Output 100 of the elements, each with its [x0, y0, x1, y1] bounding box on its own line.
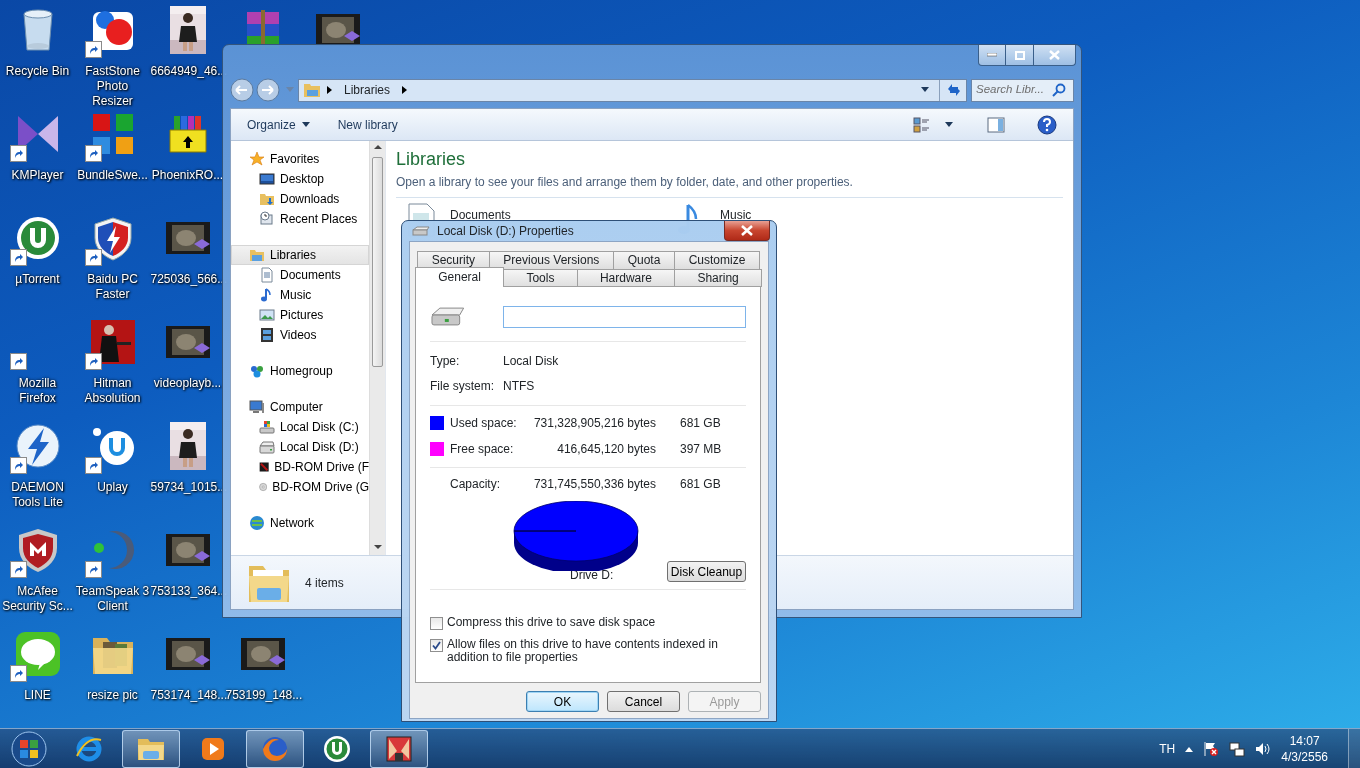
toolbar-button[interactable]: New library: [337, 115, 398, 134]
chevron-icon[interactable]: [327, 86, 332, 94]
taskbar-button[interactable]: [246, 729, 304, 768]
icon-label[interactable]: µTorrent: [0, 272, 75, 287]
close-icon: [1049, 50, 1060, 60]
icon-label[interactable]: 753133_364...: [150, 584, 225, 599]
nav-item[interactable]: Local Disk (D:): [231, 437, 369, 457]
icon-label[interactable]: Mozilla Firefox: [0, 376, 75, 406]
disk-cleanup-button[interactable]: Disk Cleanup: [667, 561, 746, 582]
breadcrumb[interactable]: Libraries: [344, 81, 391, 99]
search-input[interactable]: Search Libr...: [976, 81, 1052, 99]
tab[interactable]: Tools: [503, 269, 578, 287]
item-count: 4 items: [305, 574, 344, 592]
taskbar-button[interactable]: [122, 729, 180, 768]
tab[interactable]: Customize: [674, 251, 760, 269]
chevron-icon[interactable]: [402, 86, 408, 94]
flag-icon[interactable]: [1203, 740, 1220, 757]
caret-icon[interactable]: [1185, 745, 1194, 752]
nav-item[interactable]: Pictures: [231, 305, 369, 325]
icon-label[interactable]: 6664949_46...: [150, 64, 225, 79]
minimize-button[interactable]: [978, 45, 1006, 66]
icon-label[interactable]: BundleSwe...: [75, 168, 150, 183]
icon-label[interactable]: LINE: [0, 688, 75, 703]
icon-label[interactable]: 753199_148...: [225, 688, 300, 703]
cancel-button[interactable]: Cancel: [607, 691, 680, 712]
close-button[interactable]: [1034, 45, 1076, 66]
library-name[interactable]: Music: [720, 206, 752, 221]
tab[interactable]: Quota: [613, 251, 675, 269]
language-indicator[interactable]: TH: [1159, 739, 1176, 758]
icon-label[interactable]: FastStone Photo Resizer: [75, 64, 150, 109]
icon-label[interactable]: 725036_566...: [150, 272, 225, 287]
nav-item[interactable]: Computer: [231, 397, 369, 417]
drive-icon: [259, 439, 275, 455]
icon-label[interactable]: PhoenixRO...: [150, 168, 225, 183]
help-icon[interactable]: [1037, 114, 1057, 135]
search-icon[interactable]: [1052, 83, 1066, 97]
option-label[interactable]: Compress this drive to save disk space: [447, 616, 746, 630]
checkbox[interactable]: [430, 639, 443, 652]
back-forward-icon[interactable]: [230, 78, 282, 102]
address-bar[interactable]: Libraries: [298, 78, 967, 102]
icon-label[interactable]: videoplayb...: [150, 376, 225, 391]
nav-item[interactable]: BD-ROM Drive (F: [231, 457, 369, 477]
search-field[interactable]: Search Libr...: [971, 78, 1074, 102]
icon-label[interactable]: Hitman Absolution: [75, 376, 150, 406]
logo-icon[interactable]: [322, 733, 352, 764]
option-label[interactable]: Allow files on this drive to have contents indexed in addition to file properties: [447, 638, 746, 664]
tab[interactable]: Hardware: [576, 269, 676, 287]
taskbar-button[interactable]: [370, 729, 428, 768]
checkbox[interactable]: [430, 617, 443, 630]
tab[interactable]: Previous Versions: [488, 251, 614, 269]
minimize-icon: [987, 53, 997, 57]
ok-button[interactable]: OK: [526, 691, 599, 712]
refresh-icon[interactable]: [946, 83, 962, 97]
nav-item[interactable]: Homegroup: [231, 361, 369, 381]
name-field[interactable]: [502, 306, 746, 328]
icon-label[interactable]: Uplay: [75, 480, 150, 495]
library-name[interactable]: Documents: [450, 206, 511, 221]
size-value: 397 MB: [680, 441, 723, 458]
nav-item[interactable]: BD-ROM Drive (G: [231, 477, 369, 497]
nav-item[interactable]: Local Disk (C:): [231, 417, 369, 437]
icon-label[interactable]: Recycle Bin: [0, 64, 75, 79]
nav-item[interactable]: Music: [231, 285, 369, 305]
network-icon[interactable]: [1229, 740, 1246, 757]
folder-icon: [303, 82, 321, 98]
nav-item[interactable]: Videos: [231, 325, 369, 345]
tab[interactable]: General: [415, 267, 505, 287]
icon-label[interactable]: Baidu PC Faster: [75, 272, 150, 302]
organize-menu[interactable]: Organize: [247, 115, 310, 134]
tab[interactable]: Sharing: [674, 269, 762, 287]
show-desktop-button[interactable]: [1348, 728, 1360, 768]
description: Open a library to see your files and arrange them by folder, date, and other properties.: [396, 174, 854, 191]
scrollbar[interactable]: [369, 141, 385, 555]
maximize-button[interactable]: [1006, 45, 1034, 66]
figure-icon[interactable]: [88, 318, 137, 366]
icon-label[interactable]: KMPlayer: [0, 168, 75, 183]
chat-bubble-icon[interactable]: [13, 630, 62, 678]
nav-item[interactable]: Downloads: [231, 189, 369, 209]
byte-count: 416,645,120 bytes: [556, 441, 656, 458]
nav-item[interactable]: Documents: [231, 265, 369, 285]
nav-item[interactable]: Network: [231, 513, 369, 533]
icon-label[interactable]: 753174_148...: [150, 688, 225, 703]
icon-label[interactable]: resize pic: [75, 688, 150, 703]
nav-item[interactable]: Recent Places: [231, 209, 369, 229]
computer-icon: [249, 399, 265, 415]
view-icon[interactable]: [913, 116, 931, 133]
icon-label[interactable]: DAEMON Tools Lite: [0, 480, 75, 510]
clock[interactable]: 14:07 4/3/2556: [1281, 732, 1328, 765]
nav-item[interactable]: Favorites: [231, 149, 369, 169]
icon-label[interactable]: McAfee Security Sc...: [0, 584, 75, 614]
caret-icon[interactable]: [945, 122, 953, 127]
caret-icon[interactable]: [921, 87, 929, 93]
icon-label[interactable]: TeamSpeak 3 Client: [75, 584, 150, 614]
close-button[interactable]: [724, 221, 770, 241]
drive-icon: [259, 419, 275, 435]
lightning-icon[interactable]: [13, 422, 62, 470]
nav-item[interactable]: Libraries: [231, 245, 369, 265]
icon-label[interactable]: 59734_1015...: [150, 480, 225, 495]
nav-item[interactable]: Desktop: [231, 169, 369, 189]
field-label: Used space:: [450, 415, 518, 432]
game-icon[interactable]: [384, 733, 414, 764]
